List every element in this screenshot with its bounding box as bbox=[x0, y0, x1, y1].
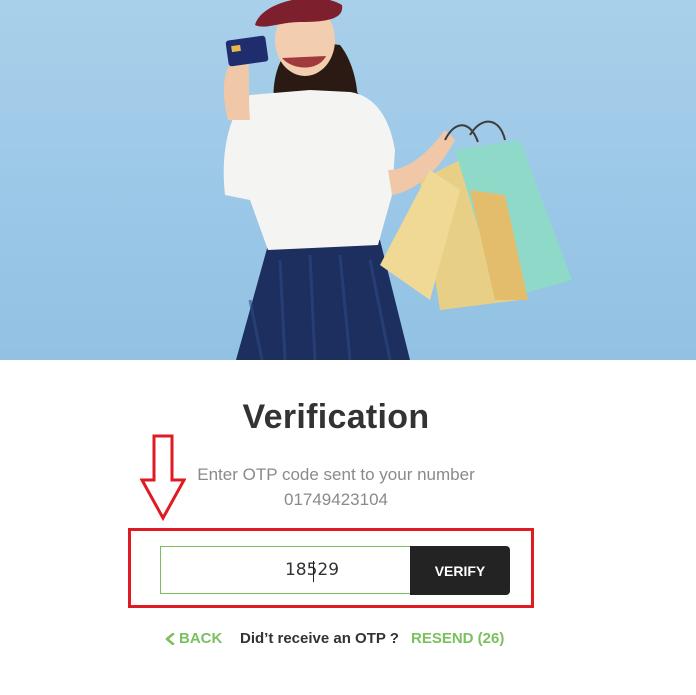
otp-instructions: Enter OTP code sent to your number 01749… bbox=[0, 462, 672, 512]
otp-input[interactable]: 18529 bbox=[160, 546, 412, 594]
page-title: Verification bbox=[242, 398, 430, 436]
text-caret bbox=[313, 561, 314, 582]
instruction-text: Enter OTP code sent to your number bbox=[197, 465, 475, 484]
chevron-left-icon bbox=[165, 632, 175, 645]
shopping-woman-illustration bbox=[223, 0, 572, 360]
hero-image bbox=[0, 0, 696, 360]
back-link[interactable]: BACK bbox=[165, 630, 222, 647]
arrow-down-icon bbox=[140, 434, 186, 522]
verify-button[interactable]: VERIFY bbox=[410, 546, 510, 595]
resend-prompt: Did’t receive an OTP ? bbox=[240, 630, 399, 647]
phone-number: 01749423104 bbox=[283, 490, 388, 509]
back-label: BACK bbox=[179, 630, 223, 647]
otp-footer: BACK Did’t receive an OTP ? RESEND (26) bbox=[0, 630, 672, 652]
resend-link[interactable]: RESEND (26) bbox=[411, 630, 504, 647]
